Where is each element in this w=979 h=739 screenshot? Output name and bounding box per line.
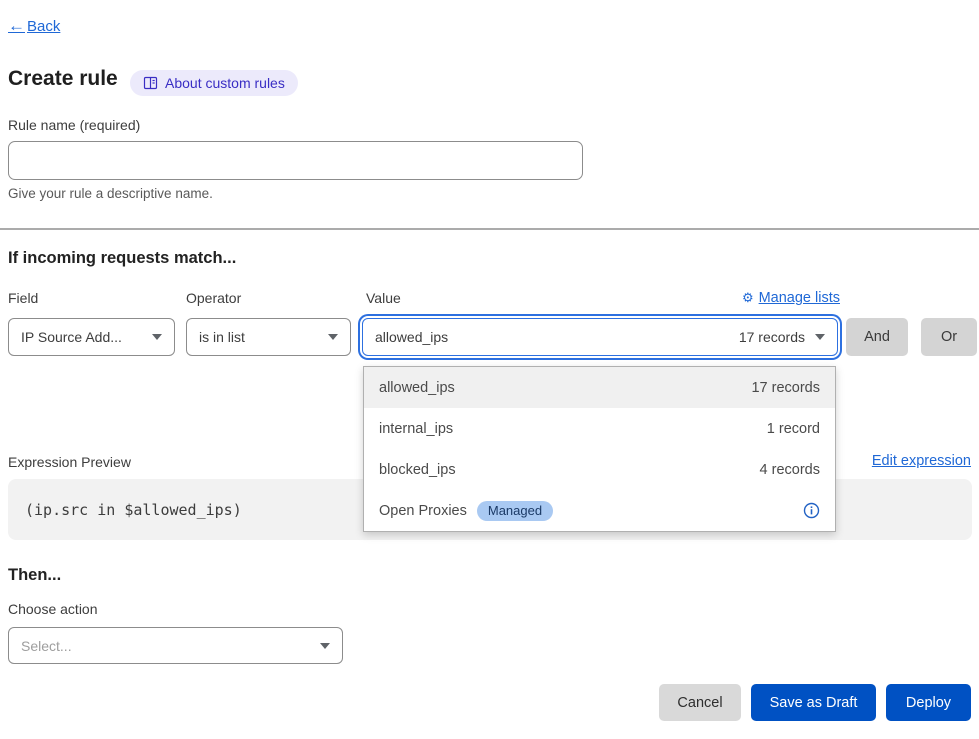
match-section-heading: If incoming requests match... xyxy=(8,249,236,268)
edit-expression-link[interactable]: Edit expression xyxy=(872,453,971,469)
chevron-down-icon xyxy=(152,334,162,340)
then-section-heading: Then... xyxy=(8,566,61,585)
back-label: Back xyxy=(27,18,60,35)
about-custom-rules-label: About custom rules xyxy=(165,75,285,91)
save-as-draft-button[interactable]: Save as Draft xyxy=(751,684,876,721)
list-item-records: 17 records xyxy=(751,380,820,396)
value-select-records: 17 records xyxy=(739,329,805,345)
chevron-down-icon xyxy=(328,334,338,340)
footer-actions: Cancel Save as Draft Deploy xyxy=(659,684,971,721)
gear-icon: ⚙ xyxy=(742,290,754,306)
list-item-internal-ips[interactable]: internal_ips 1 record xyxy=(364,408,835,449)
operator-label: Operator xyxy=(186,290,241,306)
action-select-placeholder: Select... xyxy=(21,638,72,654)
back-arrow-icon: ← xyxy=(8,16,25,36)
list-item-allowed-ips[interactable]: allowed_ips 17 records xyxy=(364,367,835,408)
book-icon xyxy=(143,76,158,90)
list-item-records: 1 record xyxy=(767,421,820,437)
expression-code: (ip.src in $allowed_ips) xyxy=(25,501,242,519)
info-icon[interactable] xyxy=(803,502,820,519)
field-select[interactable]: IP Source Add... xyxy=(8,318,175,356)
section-divider xyxy=(0,228,979,230)
list-item-name: internal_ips xyxy=(379,421,453,437)
back-link[interactable]: ←Back xyxy=(8,16,60,36)
cancel-button[interactable]: Cancel xyxy=(659,684,741,721)
list-item-name: Open Proxies xyxy=(379,503,467,519)
or-button[interactable]: Or xyxy=(921,318,977,356)
page-title: Create rule xyxy=(8,67,118,91)
value-select[interactable]: allowed_ips 17 records xyxy=(362,318,838,356)
expression-preview-label: Expression Preview xyxy=(8,454,131,470)
field-label: Field xyxy=(8,290,38,306)
choose-action-label: Choose action xyxy=(8,601,98,617)
value-dropdown-panel: allowed_ips 17 records internal_ips 1 re… xyxy=(363,366,836,532)
field-select-value: IP Source Add... xyxy=(21,329,122,345)
operator-select-value: is in list xyxy=(199,329,245,345)
manage-lists-label: Manage lists xyxy=(759,290,840,306)
operator-select[interactable]: is in list xyxy=(186,318,351,356)
rule-name-label: Rule name (required) xyxy=(8,117,140,133)
list-item-blocked-ips[interactable]: blocked_ips 4 records xyxy=(364,449,835,490)
value-label: Value xyxy=(366,290,401,306)
value-select-selected: allowed_ips xyxy=(375,329,448,345)
action-select[interactable]: Select... xyxy=(8,627,343,664)
and-button[interactable]: And xyxy=(846,318,908,356)
rule-name-helper-text: Give your rule a descriptive name. xyxy=(8,186,213,201)
managed-badge: Managed xyxy=(477,501,553,521)
manage-lists-link[interactable]: ⚙ Manage lists xyxy=(742,290,840,306)
list-item-records: 4 records xyxy=(760,462,820,478)
create-rule-page: ←Back Create rule About custom rules Rul… xyxy=(0,0,979,739)
list-item-name: blocked_ips xyxy=(379,462,456,478)
chevron-down-icon xyxy=(815,334,825,340)
rule-name-input[interactable] xyxy=(8,141,583,180)
list-item-open-proxies[interactable]: Open Proxies Managed xyxy=(364,490,835,531)
deploy-button[interactable]: Deploy xyxy=(886,684,971,721)
list-item-name: allowed_ips xyxy=(379,380,455,396)
chevron-down-icon xyxy=(320,643,330,649)
about-custom-rules-link[interactable]: About custom rules xyxy=(130,70,298,96)
